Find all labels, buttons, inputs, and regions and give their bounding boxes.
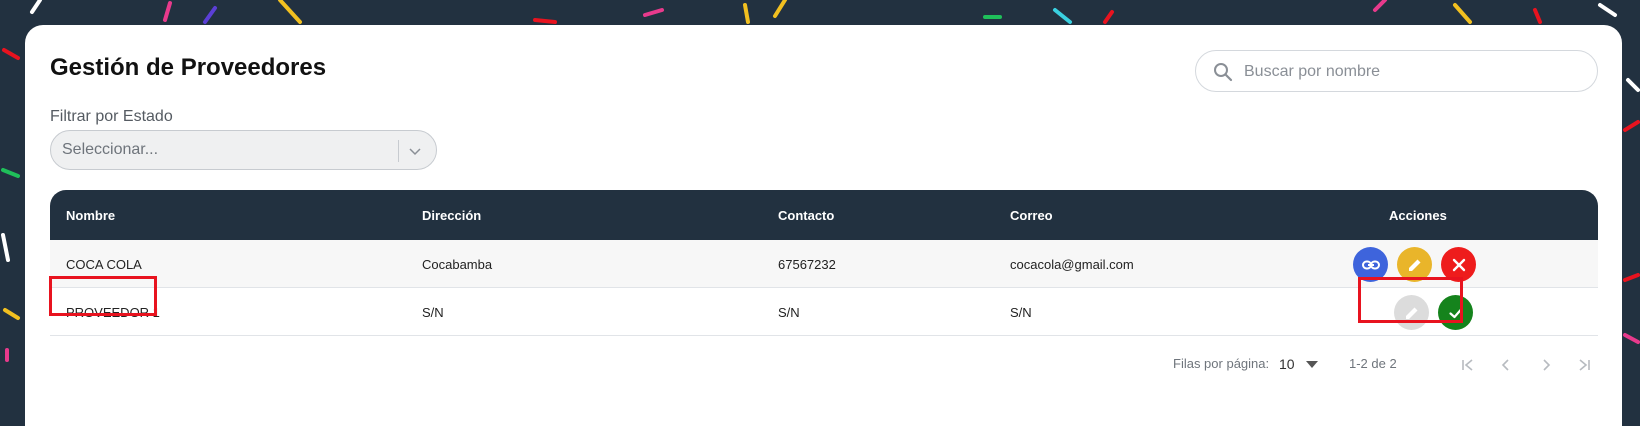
last-page-icon[interactable] [1573, 354, 1595, 376]
header-correo[interactable]: Correo [1010, 208, 1053, 223]
select-placeholder: Seleccionar... [62, 141, 159, 158]
rows-per-page-value[interactable]: 10 [1279, 356, 1295, 372]
cell-nombre: PROVEEDOR 1 [66, 305, 160, 320]
edit-button-disabled[interactable] [1394, 295, 1429, 330]
close-icon [1452, 258, 1465, 271]
edit-icon [1408, 259, 1420, 271]
search-icon [1214, 63, 1233, 82]
cell-direccion: S/N [422, 305, 444, 320]
chevron-down-icon[interactable] [408, 144, 422, 158]
table-row: COCA COLA Cocabamba 67567232 cocacola@gm… [50, 240, 1598, 288]
page-title: Gestión de Proveedores [50, 54, 327, 81]
cell-contacto: 67567232 [778, 257, 836, 272]
rows-per-page-label: Filas por página: [1173, 356, 1270, 371]
filter-label: Filtrar por Estado [50, 108, 173, 125]
edit-button[interactable] [1397, 247, 1432, 282]
activate-button[interactable] [1438, 295, 1473, 330]
search-box[interactable] [1195, 50, 1598, 92]
header-direccion[interactable]: Dirección [422, 208, 481, 223]
cell-direccion: Cocabamba [422, 257, 493, 272]
header-nombre[interactable]: Nombre [66, 208, 115, 223]
pagination: Filas por página: 10 1-2 de 2 [1173, 352, 1603, 376]
check-icon [1448, 307, 1463, 318]
cell-nombre: COCA COLA [66, 257, 142, 272]
table-row: PROVEEDOR 1 S/N S/N S/N [50, 288, 1598, 336]
page-range: 1-2 de 2 [1349, 356, 1397, 371]
cell-contacto: S/N [778, 305, 800, 320]
edit-icon [1405, 307, 1417, 319]
header-contacto[interactable]: Contacto [778, 208, 834, 223]
select-separator [398, 140, 399, 162]
search-input[interactable] [1244, 59, 1574, 85]
cell-correo: S/N [1010, 305, 1032, 320]
suppliers-table: Nombre Dirección Contacto Correo Accione… [50, 190, 1598, 336]
first-page-icon[interactable] [1457, 354, 1479, 376]
delete-button[interactable] [1441, 247, 1476, 282]
prev-page-icon[interactable] [1495, 354, 1517, 376]
suppliers-card: Gestión de Proveedores Filtrar por Estad… [25, 25, 1622, 426]
table-header: Nombre Dirección Contacto Correo Accione… [50, 190, 1598, 240]
caret-down-icon[interactable] [1306, 361, 1318, 369]
status-filter-select[interactable]: Seleccionar... [50, 130, 437, 170]
cell-correo: cocacola@gmail.com [1010, 257, 1134, 272]
next-page-icon[interactable] [1535, 354, 1557, 376]
link-icon [1361, 260, 1380, 269]
link-button[interactable] [1353, 247, 1388, 282]
header-acciones: Acciones [1389, 208, 1447, 223]
